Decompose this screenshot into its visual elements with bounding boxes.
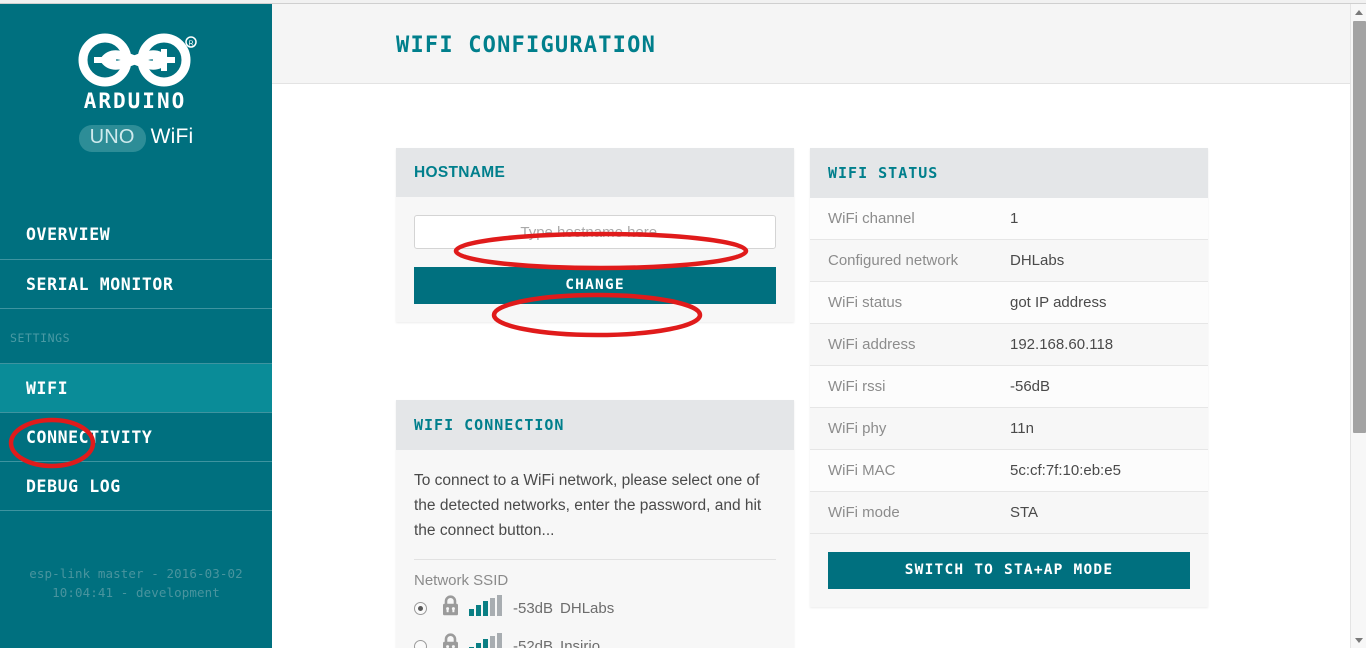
sidebar-item-serial-monitor[interactable]: SERIAL MONITOR (0, 259, 272, 308)
row-key: WiFi phy (828, 420, 887, 437)
row-key: WiFi MAC (828, 462, 896, 479)
row-value: 11n (1010, 420, 1034, 437)
row-key: WiFi address (828, 336, 916, 353)
scroll-down-arrow-icon[interactable] (1351, 632, 1366, 648)
table-row: WiFi channel 1 (810, 198, 1208, 240)
hostname-panel-body: CHANGE (396, 197, 794, 322)
row-value: -56dB (1010, 378, 1051, 395)
product-badge: UNO (78, 125, 146, 152)
sidebar-item-overview[interactable]: OVERVIEW (0, 210, 272, 259)
table-row: Configured network DHLabs (810, 240, 1208, 282)
wifi-connection-panel-body: To connect to a WiFi network, please sel… (396, 450, 794, 648)
hostname-panel-title: HOSTNAME (414, 164, 506, 181)
sidebar-item-label: SERIAL MONITOR (26, 275, 174, 294)
wifi-status-panel-header: WIFI STATUS (810, 148, 1208, 198)
wifi-status-panel: WIFI STATUS WiFi channel 1 Configured ne… (810, 148, 1208, 607)
page-header: WIFI CONFIGURATION (272, 4, 1350, 84)
hostname-input[interactable] (414, 215, 776, 249)
table-row: WiFi rssi -56dB (810, 366, 1208, 408)
row-key: WiFi status (828, 294, 903, 311)
sidebar-item-label: WIFI (26, 379, 69, 398)
scroll-up-arrow-icon[interactable] (1351, 4, 1366, 20)
table-row: WiFi mode STA (810, 492, 1208, 534)
network-ssid-label: Network SSID (414, 572, 509, 589)
network-radio[interactable] (414, 601, 427, 615)
wifi-status-table: WiFi channel 1 Configured network DHLabs… (810, 198, 1208, 607)
vertical-scrollbar[interactable] (1350, 4, 1366, 648)
divider (414, 559, 776, 560)
hostname-panel: HOSTNAME CHANGE (396, 148, 794, 322)
hostname-panel-header: HOSTNAME (396, 148, 794, 197)
row-key: WiFi rssi (828, 378, 886, 395)
sidebar-item-label: DEBUG LOG (26, 477, 121, 496)
row-key: WiFi channel (828, 210, 915, 227)
firmware-version: esp-link master - 2016-03-02 10:04:41 - … (0, 564, 272, 602)
sidebar-section-settings: SETTINGS (0, 308, 272, 363)
network-rssi: -52dB (513, 637, 554, 648)
brand-wordmark: ARDUINO (84, 89, 187, 112)
firmware-version-line1: esp-link master - 2016-03-02 (29, 566, 243, 581)
scrollbar-thumb[interactable] (1353, 21, 1366, 433)
svg-text:R: R (188, 41, 193, 48)
table-row: WiFi address 192.168.60.118 (810, 324, 1208, 366)
brand-logo: R ARDUINO (0, 4, 272, 112)
wifi-status-panel-title: WIFI STATUS (828, 164, 939, 182)
wifi-connection-panel: WIFI CONNECTION To connect to a WiFi net… (396, 400, 794, 648)
row-value: 5c:cf:7f:10:eb:e5 (1010, 462, 1121, 479)
row-value: STA (1010, 504, 1039, 521)
main-content: WIFI CONFIGURATION HOSTNAME CHANGE WIFI … (272, 4, 1350, 648)
sidebar-item-debug-log[interactable]: DEBUG LOG (0, 461, 272, 510)
sidebar-item-wifi[interactable]: WIFI (0, 363, 272, 412)
row-value: DHLabs (1010, 252, 1065, 269)
wifi-connection-panel-title: WIFI CONNECTION (414, 416, 565, 434)
product-line: UNO WiFi (0, 125, 272, 152)
sidebar-item-connectivity[interactable]: CONNECTIVITY (0, 412, 272, 461)
row-value: 192.168.60.118 (1010, 336, 1114, 353)
arduino-infinity-logo: R ARDUINO (78, 33, 197, 112)
sidebar-section-label: SETTINGS (10, 331, 71, 345)
product-name: WiFi (150, 125, 194, 148)
wifi-connection-description: To connect to a WiFi network, please sel… (414, 472, 762, 539)
wifi-connection-panel-header: WIFI CONNECTION (396, 400, 794, 450)
lock-icon (441, 595, 460, 621)
network-ssid: DHLabs (560, 599, 615, 617)
row-key: Configured network (828, 252, 959, 269)
sidebar: R ARDUINO UNO WiFi OVERVIEW SERIAL MONITO… (0, 4, 272, 648)
sidebar-nav-end-divider (0, 510, 272, 554)
network-ssid: Insirio (560, 637, 601, 648)
table-row: WiFi phy 11n (810, 408, 1208, 450)
switch-to-sta-ap-mode-button[interactable]: SWITCH TO STA+AP MODE (828, 552, 1190, 589)
row-value: 1 (1010, 210, 1019, 227)
wifi-status-actions: SWITCH TO STA+AP MODE (810, 534, 1208, 589)
row-value: got IP address (1010, 294, 1107, 311)
sidebar-nav: OVERVIEW SERIAL MONITOR SETTINGS WIFI CO… (0, 210, 272, 554)
network-list-item[interactable]: -52dB Insirio (414, 627, 776, 648)
wifi-configuration-page: R ARDUINO UNO WiFi OVERVIEW SERIAL MONITO… (0, 0, 1366, 648)
table-row: WiFi status got IP address (810, 282, 1208, 324)
network-rssi: -53dB (513, 599, 554, 617)
table-row: WiFi MAC 5c:cf:7f:10:eb:e5 (810, 450, 1208, 492)
network-list-item[interactable]: -53dB DHLabs (414, 589, 776, 627)
page-title: WIFI CONFIGURATION (396, 33, 657, 58)
sidebar-item-label: CONNECTIVITY (26, 428, 153, 447)
row-key: WiFi mode (828, 504, 900, 521)
signal-strength-icon (469, 595, 503, 621)
sidebar-item-label: OVERVIEW (26, 225, 111, 244)
firmware-version-line2: 10:04:41 - development (52, 585, 220, 600)
signal-strength-icon (469, 633, 503, 648)
change-hostname-button[interactable]: CHANGE (414, 267, 776, 304)
lock-icon (441, 633, 460, 648)
network-radio[interactable] (414, 639, 427, 648)
